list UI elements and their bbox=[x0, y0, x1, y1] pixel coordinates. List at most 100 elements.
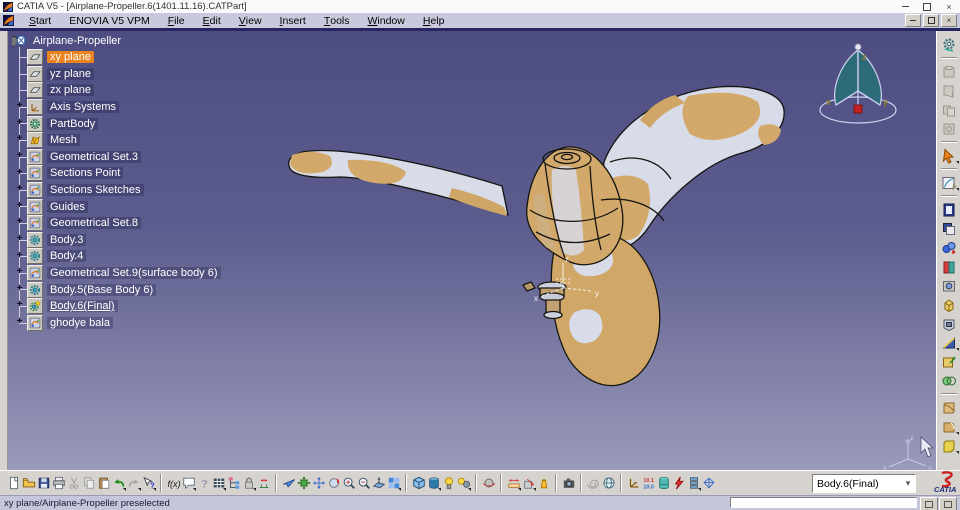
tree-item-geometrical-set-3[interactable]: + Geometrical Set.3 bbox=[8, 148, 268, 166]
pan-icon[interactable] bbox=[311, 474, 326, 493]
comment-icon[interactable] bbox=[181, 474, 196, 493]
iso-view-icon[interactable] bbox=[411, 474, 426, 493]
spiral-tool-icon[interactable] bbox=[586, 474, 601, 493]
redo-icon[interactable] bbox=[126, 474, 141, 493]
expand-plus-icon[interactable]: + bbox=[15, 317, 24, 327]
tree-structure-icon[interactable] bbox=[226, 474, 241, 493]
expand-plus-icon[interactable]: + bbox=[15, 101, 24, 111]
tree-root-item[interactable]: Airplane-Propeller bbox=[8, 33, 268, 49]
catalog-icon[interactable] bbox=[656, 474, 671, 493]
tree-item-ghodye-bala[interactable]: + ghodye bala bbox=[8, 314, 268, 332]
expand-plus-icon[interactable]: + bbox=[15, 151, 24, 161]
menu-file[interactable]: File bbox=[159, 13, 194, 28]
fillet-b-icon[interactable] bbox=[939, 417, 959, 436]
zoom-out-icon[interactable] bbox=[356, 474, 371, 493]
expand-plus-icon[interactable]: + bbox=[15, 250, 24, 261]
expand-plus-icon[interactable]: + bbox=[15, 200, 24, 211]
surface-sketch-icon[interactable] bbox=[939, 352, 959, 371]
expand-plus-icon[interactable]: + bbox=[15, 283, 24, 294]
menu-window[interactable]: Window bbox=[359, 13, 414, 28]
expand-plus-icon[interactable]: + bbox=[15, 134, 24, 144]
boolean-operations-icon[interactable] bbox=[939, 371, 959, 390]
formula-fx-icon[interactable]: f(x) bbox=[166, 474, 181, 493]
chamfer-icon[interactable] bbox=[939, 436, 959, 455]
select-arrow-icon[interactable] bbox=[939, 146, 959, 165]
tree-item-zx-plane[interactable]: zx plane bbox=[8, 82, 268, 99]
chevron-down-icon[interactable]: ▾ bbox=[901, 478, 915, 489]
rule-stack-icon[interactable] bbox=[686, 474, 701, 493]
mdi-restore-icon[interactable] bbox=[923, 14, 939, 27]
in-work-object-select[interactable]: Body.6(Final) ▾ bbox=[812, 474, 916, 493]
tree-item-sections-sketches[interactable]: + Sections Sketches bbox=[8, 182, 268, 199]
tree-item-axis-systems[interactable]: + Axis Systems bbox=[8, 99, 268, 116]
print-icon[interactable] bbox=[51, 474, 66, 493]
expand-plus-icon[interactable]: + bbox=[15, 117, 24, 128]
image-layers-icon[interactable] bbox=[939, 219, 959, 238]
gray-tool-2-icon[interactable] bbox=[939, 81, 959, 100]
viewport-3d[interactable]: z x y z x y z x y Airplane-Propeller xy … bbox=[8, 31, 936, 470]
tree-item-geometrical-set-8[interactable]: + Geometrical Set.8 bbox=[8, 215, 268, 232]
menu-edit[interactable]: Edit bbox=[194, 13, 230, 28]
tree-item-body-3[interactable]: + Body.3 bbox=[8, 231, 268, 249]
cut-icon[interactable] bbox=[66, 474, 81, 493]
pocket-icon[interactable] bbox=[939, 314, 959, 333]
normal-view-icon[interactable] bbox=[371, 474, 386, 493]
expand-plus-icon[interactable]: + bbox=[15, 167, 24, 178]
copy-icon[interactable] bbox=[81, 474, 96, 493]
frame-box-icon[interactable] bbox=[939, 276, 959, 295]
measure-between-icon[interactable] bbox=[506, 474, 521, 493]
gray-tool-4-icon[interactable] bbox=[939, 119, 959, 138]
tree-item-partbody[interactable]: + PartBody bbox=[8, 115, 268, 132]
tree-item-body-5-base-body-6[interactable]: + Body.5(Base Body 6) bbox=[8, 281, 268, 298]
fly-mode-icon[interactable] bbox=[281, 474, 296, 493]
spheres-tool-icon[interactable] bbox=[939, 238, 959, 257]
open-icon[interactable] bbox=[21, 474, 36, 493]
tree-item-body-4[interactable]: + Body.4 bbox=[8, 248, 268, 265]
hide-show-icon[interactable] bbox=[441, 474, 456, 493]
capture-image-icon[interactable] bbox=[561, 474, 576, 493]
whats-this-icon[interactable]: ? bbox=[141, 474, 156, 493]
catalog-book-icon[interactable] bbox=[939, 257, 959, 276]
mdi-minimize-icon[interactable] bbox=[905, 14, 921, 27]
gray-tool-1-icon[interactable] bbox=[939, 62, 959, 81]
mdi-close-icon[interactable]: × bbox=[941, 14, 957, 27]
quad-view-icon[interactable] bbox=[386, 474, 401, 493]
compass[interactable]: z x y bbox=[813, 33, 903, 133]
axis-system-icon[interactable] bbox=[626, 474, 641, 493]
fillet-a-icon[interactable] bbox=[939, 398, 959, 417]
equivalent-dimensions-icon[interactable] bbox=[256, 474, 271, 493]
menu-tools[interactable]: Tools bbox=[315, 13, 359, 28]
design-table-icon[interactable] bbox=[211, 474, 226, 493]
status-help-icon[interactable] bbox=[939, 497, 957, 510]
globe-tool-icon[interactable] bbox=[601, 474, 616, 493]
swap-visible-space-icon[interactable] bbox=[456, 474, 471, 493]
save-icon[interactable] bbox=[36, 474, 51, 493]
new-document-icon[interactable] bbox=[6, 474, 21, 493]
menu-start[interactable]: Start bbox=[20, 13, 60, 28]
shading-mode-icon[interactable] bbox=[426, 474, 441, 493]
tree-item-mesh[interactable]: + Mesh bbox=[8, 132, 268, 149]
menu-enovia-v5-vpm[interactable]: ENOVIA V5 VPM bbox=[60, 13, 159, 28]
minimize-icon[interactable] bbox=[894, 0, 916, 13]
pad-icon[interactable] bbox=[939, 295, 959, 314]
menu-view[interactable]: View bbox=[230, 13, 271, 28]
knowledge-help-icon[interactable]: ? bbox=[196, 474, 211, 493]
lock-icon[interactable] bbox=[241, 474, 256, 493]
tree-item-guides[interactable]: + Guides bbox=[8, 198, 268, 215]
wireframe-box-icon[interactable] bbox=[701, 474, 716, 493]
expand-plus-icon[interactable]: + bbox=[15, 300, 24, 310]
tree-item-sections-point[interactable]: + Sections Point bbox=[8, 165, 268, 182]
expand-plus-icon[interactable]: + bbox=[15, 234, 24, 244]
measure-item-icon[interactable] bbox=[521, 474, 536, 493]
command-input[interactable] bbox=[730, 497, 917, 508]
tree-item-body-6-final[interactable]: + Body.6(Final) bbox=[8, 298, 268, 315]
slope-icon[interactable] bbox=[939, 333, 959, 352]
tree-item-yz-plane[interactable]: yz plane bbox=[8, 65, 268, 83]
turntable-icon[interactable] bbox=[481, 474, 496, 493]
close-icon[interactable]: × bbox=[938, 0, 960, 13]
tree-item-geometrical-set-9-surface-body-6[interactable]: + Geometrical Set.9(surface body 6) bbox=[8, 265, 268, 282]
expand-plus-icon[interactable]: + bbox=[15, 267, 24, 277]
gray-tool-3-icon[interactable] bbox=[939, 100, 959, 119]
menu-insert[interactable]: Insert bbox=[271, 13, 315, 28]
restore-icon[interactable] bbox=[916, 0, 938, 13]
